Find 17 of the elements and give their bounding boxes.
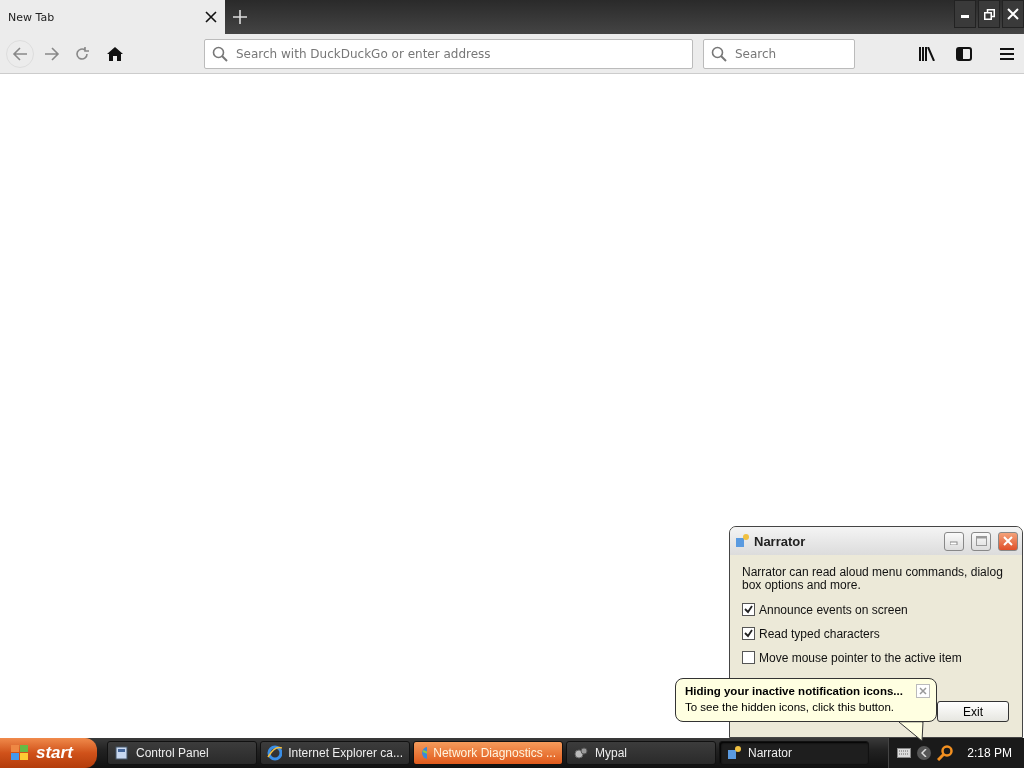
clock: 2:18 PM bbox=[967, 746, 1012, 760]
browser-tab[interactable]: New Tab bbox=[0, 0, 225, 34]
taskbar-button[interactable]: Internet Explorer ca... bbox=[260, 741, 410, 765]
option-label: Announce events on screen bbox=[759, 602, 908, 617]
option-label: Read typed characters bbox=[759, 626, 880, 641]
balloon-text: To see the hidden icons, click this button. bbox=[685, 701, 895, 714]
balloon-title: Hiding your inactive notification icons... bbox=[685, 685, 903, 698]
search-field[interactable]: Search bbox=[703, 38, 855, 69]
taskbar-button[interactable]: Mypal bbox=[566, 741, 716, 765]
taskbar-button[interactable]: Control Panel bbox=[107, 741, 257, 765]
window-title: Narrator bbox=[754, 533, 807, 549]
address-field[interactable]: Search with DuckDuckGo or enter address bbox=[204, 38, 693, 69]
start-button[interactable]: start bbox=[0, 738, 97, 768]
description-text: Narrator can read aloud menu commands, dialog box options and more. bbox=[742, 566, 1004, 592]
taskbar-button[interactable]: Narrator bbox=[719, 741, 869, 765]
exit-button[interactable]: Exit bbox=[937, 701, 1009, 722]
option-label: Move mouse pointer to the active item bbox=[759, 650, 962, 665]
